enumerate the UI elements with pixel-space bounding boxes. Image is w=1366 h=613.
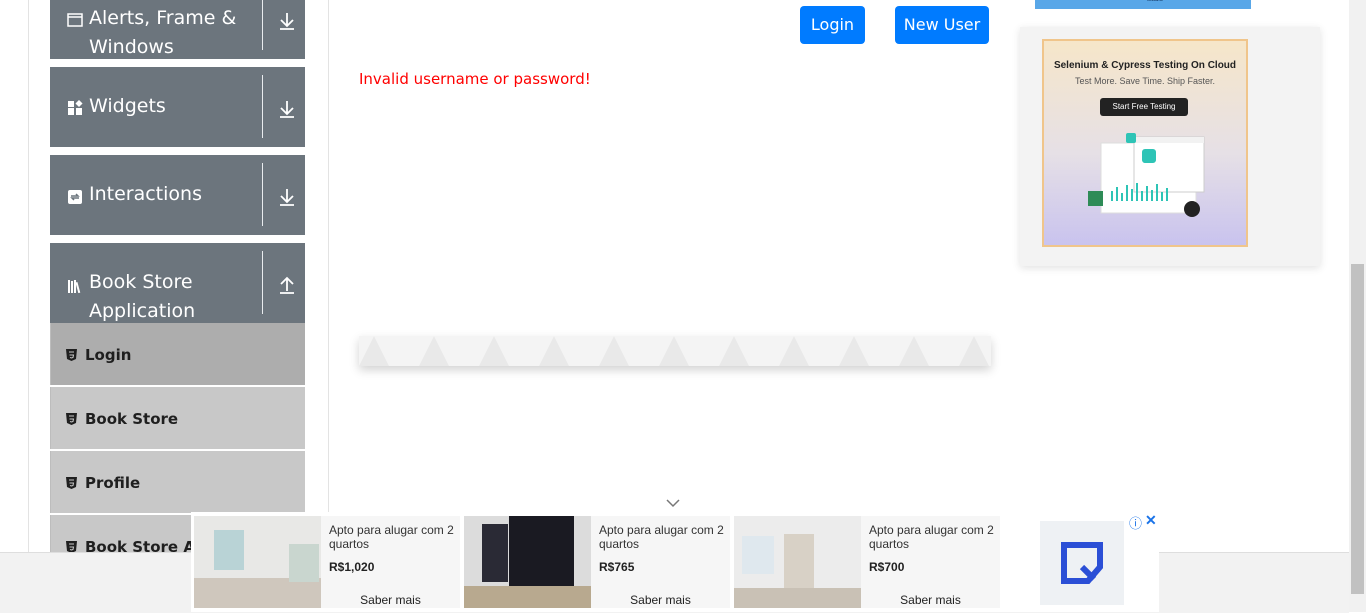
download-arrow-icon[interactable] — [276, 186, 298, 208]
advertiser-logo-icon — [1061, 542, 1103, 584]
close-icon[interactable]: ✕ — [1145, 512, 1157, 529]
ad-listing-card[interactable]: Apto para alugar com 2 quartos R$700 Sab… — [734, 516, 1000, 608]
sidebar-item-label: Profile — [85, 474, 141, 492]
sidebar-item-profile[interactable]: Profile — [50, 451, 305, 513]
ad-subtitle: Test More. Save Time. Ship Faster. — [1074, 76, 1216, 86]
divider — [262, 75, 263, 138]
ad-image[interactable]: Selenium & Cypress Testing On Cloud Test… — [1042, 39, 1248, 247]
sidebar-group-book-store-application[interactable]: Book Store Application — [50, 243, 305, 323]
ad-listing-link[interactable]: Saber mais — [591, 593, 730, 607]
html5-icon — [66, 413, 77, 425]
ad-listing-price: R$1,020 — [329, 560, 375, 574]
ad-listing-link[interactable]: Saber mais — [321, 593, 460, 607]
sidebar-item-book-store[interactable]: Book Store — [50, 387, 305, 449]
sidebar-item-label: Book Store — [85, 410, 179, 428]
error-message: Invalid username or password! — [359, 70, 591, 88]
adchoices-info-icon[interactable]: ⓘ — [1129, 513, 1142, 532]
divider — [262, 163, 263, 226]
html5-icon — [66, 477, 77, 489]
sidebar-group-widgets[interactable]: Widgets — [50, 67, 305, 147]
download-arrow-icon[interactable] — [276, 10, 298, 32]
window-icon — [67, 13, 83, 27]
sidebar-group-label: Widgets — [89, 95, 166, 117]
apartment-photo — [734, 516, 861, 608]
sidebar-group-alerts-frame-windows[interactable]: Alerts, Frame & Windows — [50, 0, 305, 59]
ad-listing-card[interactable]: Apto para alugar com 2 quartos R$765 Sab… — [464, 516, 730, 608]
ad-listing-price: R$700 — [869, 560, 905, 574]
chevron-down-icon[interactable] — [665, 497, 681, 509]
ad-listing-link[interactable]: Saber mais — [861, 593, 1000, 607]
sidebar-left-border — [28, 0, 29, 552]
apartment-photo — [194, 516, 321, 608]
advertiser-logo[interactable] — [1040, 521, 1124, 605]
books-icon — [68, 280, 81, 294]
scrollbar-thumb[interactable] — [1351, 264, 1364, 594]
divider — [262, 251, 263, 314]
triangle-pattern — [359, 336, 989, 366]
new-user-button[interactable]: New User — [895, 6, 989, 44]
sidebar-group-label: Alerts, Frame & Windows — [89, 7, 237, 58]
sidebar-group-interactions[interactable]: Interactions — [50, 155, 305, 235]
sidebar-item-login[interactable]: Login — [50, 323, 305, 385]
ad-placeholder-strip — [359, 336, 991, 366]
sidebar-group-label: Interactions — [89, 183, 202, 205]
apartment-photo — [464, 516, 591, 608]
divider — [262, 0, 263, 50]
bottom-ad-banner[interactable]: Apto para alugar com 2 quartos R$1,020 S… — [191, 512, 1159, 612]
login-button[interactable]: Login — [800, 6, 865, 44]
download-arrow-icon[interactable] — [276, 98, 298, 120]
ad-cta-button[interactable]: Start Free Testing — [1100, 98, 1188, 116]
ad-banner-top[interactable]: studio — [1035, 0, 1251, 9]
sidebar-group-label: Book Store Application — [89, 271, 196, 322]
upload-arrow-icon[interactable] — [276, 274, 298, 296]
ad-listing-title: Apto para alugar com 2 quartos — [869, 523, 994, 551]
ad-banner-text: studio — [1147, 0, 1164, 3]
ad-card[interactable]: Selenium & Cypress Testing On Cloud Test… — [1020, 27, 1320, 266]
widgets-icon — [68, 100, 83, 115]
ad-listing-price: R$765 — [599, 560, 635, 574]
interactions-icon — [68, 190, 82, 204]
ad-listing-card[interactable]: Apto para alugar com 2 quartos R$1,020 S… — [194, 516, 460, 608]
sidebar-item-label: Login — [85, 346, 132, 364]
ad-listing-title: Apto para alugar com 2 quartos — [599, 523, 724, 551]
ad-title: Selenium & Cypress Testing On Cloud — [1053, 60, 1237, 71]
ad-listing-title: Apto para alugar com 2 quartos — [329, 523, 454, 551]
sidebar-right-border — [328, 0, 329, 552]
dashboard-illustration-icon — [1088, 133, 1205, 217]
html5-icon — [66, 349, 77, 361]
